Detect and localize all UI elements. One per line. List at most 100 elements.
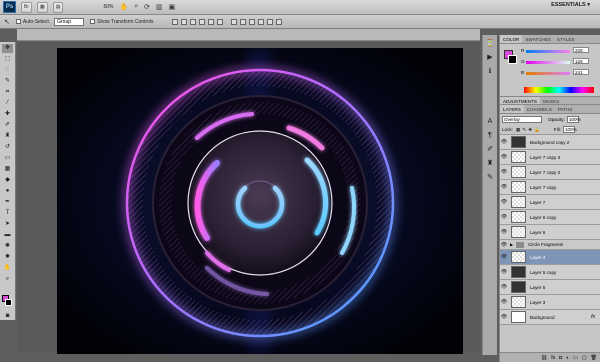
link-layers-icon[interactable]: ⛓ — [541, 355, 547, 361]
visibility-eye-icon[interactable]: 👁 — [500, 299, 508, 305]
tab-adjustments[interactable]: ADJUSTMENTS — [500, 97, 540, 104]
actions-panel-icon[interactable]: ▶ — [485, 53, 495, 63]
lasso-tool-icon[interactable]: ◌ — [2, 66, 13, 75]
healing-brush-icon[interactable]: ✚ — [2, 110, 13, 119]
tab-styles[interactable]: STYLES — [554, 35, 578, 43]
pen-tool-icon[interactable]: ✒ — [2, 198, 13, 207]
hand-tool-icon[interactable]: ✋ — [119, 3, 128, 11]
tab-layers[interactable]: LAYERS — [500, 105, 524, 113]
color-spectrum-bar[interactable] — [524, 87, 594, 93]
distribute-top-icon[interactable] — [230, 18, 237, 25]
align-bottom-icon[interactable] — [189, 18, 196, 25]
align-vcenter-icon[interactable] — [180, 18, 187, 25]
show-transform-checkbox[interactable] — [90, 19, 96, 24]
3d-orbit-icon[interactable]: ✹ — [2, 253, 13, 262]
layer-row[interactable]: 👁 Layer 7 — [500, 195, 600, 210]
blend-mode-select[interactable]: Overlay — [502, 116, 542, 123]
canvas[interactable] — [57, 48, 463, 354]
opacity-value[interactable]: 100% — [566, 116, 581, 123]
tab-paths[interactable]: PATHS — [555, 105, 576, 113]
brush-panel-icon[interactable]: ✐ — [485, 145, 495, 155]
red-value[interactable]: 225 — [573, 47, 589, 53]
tab-masks[interactable]: MASKS — [540, 97, 562, 104]
layer-group-row[interactable]: 👁 ▶ Circle Fragments — [500, 240, 600, 250]
workspace-switcher[interactable]: ESSENTIALS ▾ — [551, 2, 590, 8]
dodge-tool-icon[interactable]: ● — [2, 187, 13, 196]
visibility-eye-icon[interactable]: 👁 — [500, 139, 508, 145]
zoom-tool-icon[interactable]: ⌕ — [134, 3, 138, 11]
layer-effects-icon[interactable]: fx — [591, 314, 595, 320]
crop-tool-icon[interactable]: ⌗ — [2, 88, 13, 97]
quick-mask-icon[interactable]: ◙ — [2, 312, 13, 321]
screen-mode-icon[interactable]: ▣ — [169, 3, 176, 11]
tab-swatches[interactable]: SWATCHES — [522, 35, 554, 43]
group-expand-arrow-icon[interactable]: ▶ — [510, 242, 513, 247]
eyedropper-tool-icon[interactable]: ⁄ — [2, 99, 13, 108]
hand-tool-icon[interactable]: ✋ — [2, 264, 13, 273]
clone-stamp-icon[interactable]: ♜ — [2, 132, 13, 141]
extras-button[interactable]: ▤ — [52, 1, 64, 13]
auto-select-checkbox[interactable] — [15, 19, 21, 24]
rotate-view-icon[interactable]: ⟳ — [144, 3, 150, 11]
layer-row[interactable]: 👁 Layer 7 copy 2 — [500, 165, 600, 180]
layer-row[interactable]: 👁 Layer 6 — [500, 225, 600, 240]
fill-value[interactable]: 100% — [562, 126, 577, 133]
info-panel-icon[interactable]: ℹ — [485, 67, 495, 77]
blue-value[interactable]: 241 — [573, 69, 589, 75]
auto-select-dropdown[interactable]: Group — [54, 17, 85, 26]
quick-select-tool-icon[interactable]: ✎ — [2, 77, 13, 86]
distribute-left-icon[interactable] — [257, 18, 264, 25]
move-tool-preset-icon[interactable]: ↖ — [4, 18, 10, 26]
distribute-right-icon[interactable] — [275, 18, 282, 25]
layer-row[interactable]: 👁 Layer 7 copy — [500, 180, 600, 195]
visibility-eye-icon[interactable]: 👁 — [500, 269, 508, 275]
clone-source-icon[interactable]: ♜ — [485, 159, 495, 169]
layer-row[interactable]: 👁 Layer 5 copy — [500, 265, 600, 280]
layer-style-icon[interactable]: fx — [551, 355, 555, 361]
align-right-icon[interactable] — [216, 18, 223, 25]
lock-position-icon[interactable]: ✥ — [528, 127, 532, 133]
background-color-swatch[interactable] — [5, 299, 12, 306]
brush-tool-icon[interactable]: ✐ — [2, 121, 13, 130]
layer-row[interactable]: 👁 Background copy 2 — [500, 135, 600, 150]
shape-tool-icon[interactable]: ▬ — [2, 231, 13, 240]
distribute-hcenter-icon[interactable] — [266, 18, 273, 25]
visibility-eye-icon[interactable]: 👁 — [500, 229, 508, 235]
layer-row[interactable]: 👁 Layer 6 copy — [500, 210, 600, 225]
delete-layer-icon[interactable]: 🗑 — [591, 355, 597, 361]
lock-all-icon[interactable]: 🔒 — [534, 127, 540, 133]
layer-row[interactable]: 👁 Background fx — [500, 310, 600, 325]
character-panel-icon[interactable]: A — [485, 117, 495, 127]
new-group-icon[interactable]: ▭ — [573, 355, 578, 361]
new-layer-icon[interactable]: ▢ — [582, 355, 587, 361]
adjustment-layer-icon[interactable]: ◐ — [566, 355, 569, 361]
marquee-tool-icon[interactable]: ⬚ — [2, 55, 13, 64]
green-value[interactable]: 126 — [573, 58, 589, 64]
visibility-eye-icon[interactable]: 👁 — [500, 184, 508, 190]
layer-row[interactable]: 👁 Layer 7 copy 3 — [500, 150, 600, 165]
add-mask-icon[interactable]: ◘ — [559, 355, 562, 361]
zoom-tool-icon[interactable]: ⌕ — [2, 275, 13, 284]
layer-row[interactable]: 👁 Layer 4 — [500, 250, 600, 265]
distribute-bottom-icon[interactable] — [248, 18, 255, 25]
bridge-button[interactable]: Br — [21, 1, 32, 13]
tab-channels[interactable]: CHANNELS — [524, 105, 555, 113]
green-slider[interactable] — [526, 61, 570, 64]
visibility-eye-icon[interactable]: 👁 — [500, 154, 508, 160]
visibility-eye-icon[interactable]: 👁 — [500, 242, 508, 248]
visibility-eye-icon[interactable]: 👁 — [500, 169, 508, 175]
visibility-eye-icon[interactable]: 👁 — [500, 214, 508, 220]
layer-row[interactable]: 👁 Layer 5 — [500, 280, 600, 295]
tab-color[interactable]: COLOR — [500, 35, 523, 43]
visibility-eye-icon[interactable]: 👁 — [500, 254, 508, 260]
align-hcenter-icon[interactable] — [207, 18, 214, 25]
visibility-eye-icon[interactable]: 👁 — [500, 314, 508, 320]
zoom-level[interactable]: 50% — [103, 4, 113, 10]
color-background-swatch[interactable] — [508, 55, 517, 64]
paragraph-panel-icon[interactable]: ¶ — [485, 131, 495, 141]
lock-transparency-icon[interactable]: ▦ — [516, 127, 520, 133]
lock-image-icon[interactable]: ✎ — [522, 127, 526, 133]
mini-bridge-button[interactable]: ▦ — [37, 1, 48, 13]
3d-rotate-icon[interactable]: ✺ — [2, 242, 13, 251]
blue-slider[interactable] — [526, 72, 570, 75]
